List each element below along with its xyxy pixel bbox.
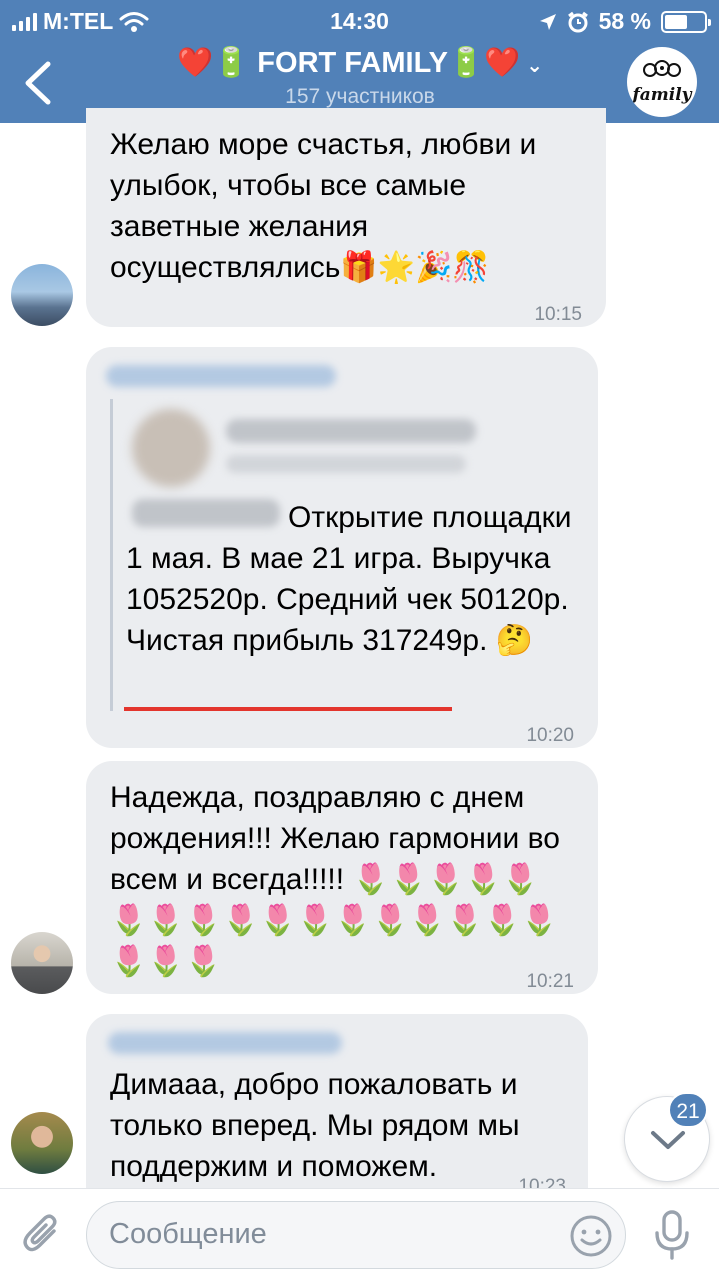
unread-count-badge: 21 [668,1092,708,1128]
quoted-text: Открытие площадки 1 мая. В мае 21 игра. … [126,501,572,657]
quoted-author-name-blurred [226,419,476,443]
quote-bar [110,399,113,711]
quoted-date-blurred [226,455,466,473]
location-arrow-icon [539,13,556,30]
alarm-clock-icon [567,11,588,32]
message-text: Димааа, добро пожаловать и только вперед… [110,1068,520,1183]
message-composer: Сообщение [0,1188,719,1280]
message-time: 10:21 [526,971,574,992]
battery-icon [661,10,711,33]
status-bar: M:TEL 14:30 58 % [0,0,719,40]
battery-percent: 58 % [598,8,651,34]
chat-title-text: ❤️🔋 FORT FAMILY🔋❤️ [177,47,521,79]
message-text: Надежда, поздравляю с днем рождения!!! Ж… [110,781,560,978]
chat-header: M:TEL 14:30 58 % ❤️🔋 FORT FAMILY🔋❤️ ⌄ 15… [0,0,719,123]
message-placeholder: Сообщение [109,1218,267,1250]
microphone-icon[interactable] [652,1209,692,1261]
message-bubble[interactable]: Димааа, добро пожаловать и только вперед… [86,1014,588,1197]
emoji-smile-icon[interactable] [569,1214,613,1258]
message-bubble[interactable]: Надежда, поздравляю с днем рождения!!! Ж… [86,761,598,994]
back-chevron-icon[interactable] [18,58,58,108]
chat-screen: M:TEL 14:30 58 % ❤️🔋 FORT FAMILY🔋❤️ ⌄ 15… [0,0,719,1280]
group-avatar[interactable]: family [627,47,697,117]
sender-name-blurred [106,365,336,387]
message-bubble[interactable]: Открытие площадки 1 мая. В мае 21 игра. … [86,347,598,748]
members-count: 157 участников [285,85,435,108]
sender-avatar[interactable] [11,264,73,326]
message-time: 10:20 [526,725,574,746]
paperclip-icon[interactable] [20,1211,66,1257]
film-reel-icon [643,60,681,77]
chevron-down-icon: ⌄ [526,55,543,77]
group-avatar-label: family [632,85,692,105]
message-bubble[interactable]: Желаю море счастья, любви и улыбок, чтоб… [86,108,606,327]
highlight-underline [124,707,452,711]
sender-name-blurred [108,1032,342,1054]
sender-avatar[interactable] [11,1112,73,1174]
message-input[interactable]: Сообщение [86,1201,626,1269]
message-text: Желаю море счастья, любви и улыбок, чтоб… [110,128,537,284]
sender-avatar[interactable] [11,932,73,994]
message-time: 10:15 [534,304,582,325]
quoted-author-avatar [132,409,210,487]
chat-title[interactable]: ❤️🔋 FORT FAMILY🔋❤️ ⌄ [120,46,600,80]
